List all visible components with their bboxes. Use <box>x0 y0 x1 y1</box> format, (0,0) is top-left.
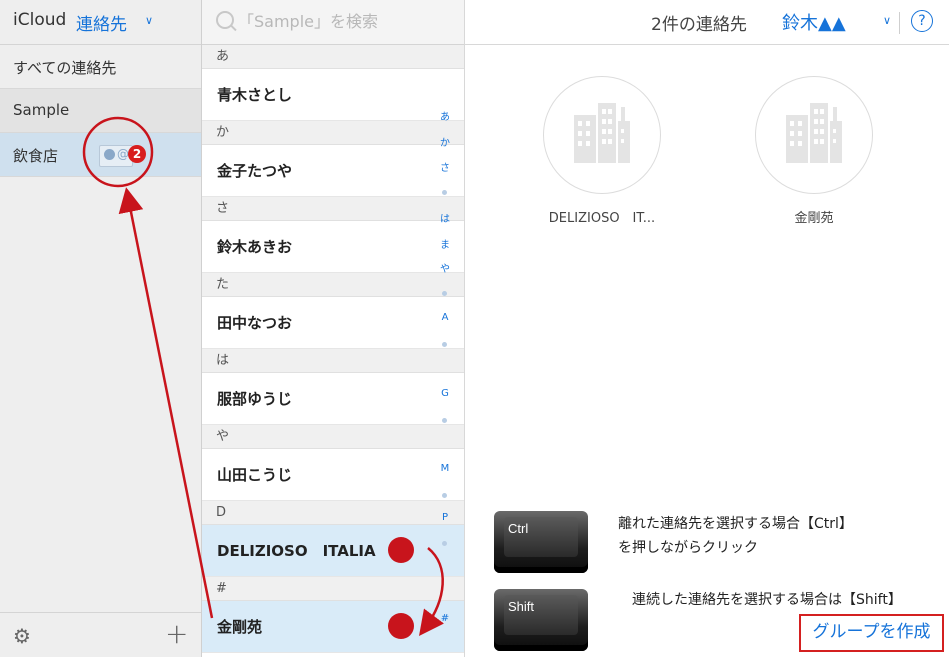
contact-row[interactable]: 服部ゆうじ <box>202 373 464 425</box>
group-item-restaurant[interactable]: 飲食店 @ 2 <box>0 133 201 177</box>
index-letter[interactable]: ま <box>438 236 452 251</box>
key-label: Ctrl <box>508 521 529 536</box>
shift-key-image: Shift <box>494 589 588 651</box>
create-group-button[interactable]: グループを作成 <box>799 614 944 652</box>
person-icon <box>104 149 115 160</box>
building-icon <box>786 103 842 163</box>
index-letter[interactable]: P <box>438 512 452 523</box>
index-letter[interactable]: M <box>438 463 452 474</box>
search-icon <box>216 11 234 29</box>
contact-row[interactable]: 山田こうじ <box>202 449 464 501</box>
chevron-down-icon[interactable]: ∨ <box>145 14 153 27</box>
app-title-menu[interactable]: 連絡先 <box>76 10 127 35</box>
key-label: Shift <box>508 599 535 614</box>
search-input[interactable] <box>238 8 448 34</box>
contact-name: DELIZIOSO ITALIA <box>217 542 376 560</box>
selected-count-label: 2件の連絡先 <box>651 15 747 35</box>
index-letter[interactable]: G <box>438 388 452 399</box>
contact-row[interactable]: 金子たつや <box>202 145 464 197</box>
contact-name: 鈴木あきお <box>217 238 293 256</box>
contact-card[interactable]: 金剛苑 <box>744 76 884 226</box>
index-letter[interactable]: さ <box>438 159 452 174</box>
ctrl-hint-text: を押しながらクリック <box>618 540 758 556</box>
ctrl-key-image: Ctrl <box>494 511 588 573</box>
index-letter[interactable]: か <box>438 134 452 149</box>
section-header: か <box>202 121 464 145</box>
click-marker <box>388 613 414 639</box>
gear-icon[interactable]: ⚙ <box>13 624 31 648</box>
help-icon[interactable]: ? <box>911 10 933 32</box>
account-menu[interactable]: 鈴木▲▲ <box>782 9 846 35</box>
group-item-label: 飲食店 <box>13 147 59 165</box>
index-letter[interactable]: あ <box>438 108 452 123</box>
section-header: や <box>202 425 464 449</box>
contact-row[interactable]: 鈴木あきお <box>202 221 464 273</box>
search-bar <box>202 0 464 45</box>
contact-name: 山田こうじ <box>217 466 293 484</box>
contact-name: 田中なつお <box>217 314 293 332</box>
groups-sidebar: iCloud 連絡先 ∨ すべての連絡先 Sample 飲食店 @ 2 ⚙ + <box>0 0 202 657</box>
contact-row-selected[interactable]: DELIZIOSO ITALIA <box>202 525 464 577</box>
sidebar-footer: ⚙ + <box>0 612 201 658</box>
contact-row-selected[interactable]: 金剛苑 <box>202 601 464 653</box>
index-letter[interactable]: は <box>438 210 452 225</box>
index-dot <box>442 190 447 195</box>
avatar <box>543 76 661 194</box>
contact-name: 服部ゆうじ <box>217 390 293 408</box>
detail-header: 2件の連絡先 鈴木▲▲ ∨ ? <box>465 0 949 45</box>
section-header: は <box>202 349 464 373</box>
ctrl-hint-text: 離れた連絡先を選択する場合【Ctrl】 <box>618 516 853 532</box>
drag-count-badge: 2 <box>128 145 146 163</box>
contact-row[interactable]: 青木さとし <box>202 69 464 121</box>
app-title-prefix: iCloud <box>13 10 67 30</box>
contact-row[interactable]: 田中なつお <box>202 297 464 349</box>
shift-hint-text: 連続した連絡先を選択する場合は【Shift】 <box>632 592 902 608</box>
contact-card-name: DELIZIOSO IT... <box>548 211 656 226</box>
group-item-sample[interactable]: Sample <box>0 89 201 133</box>
add-icon[interactable]: + <box>165 617 188 650</box>
section-header: D <box>202 501 464 525</box>
click-marker <box>388 537 414 563</box>
section-header: た <box>202 273 464 297</box>
building-icon <box>574 103 630 163</box>
contact-card[interactable]: DELIZIOSO IT... <box>532 76 672 226</box>
sidebar-header: iCloud 連絡先 ∨ <box>0 0 201 45</box>
index-letter[interactable]: A <box>438 312 452 323</box>
contact-name: 金子たつや <box>217 162 293 180</box>
divider <box>899 12 900 34</box>
group-item-label: すべての連絡先 <box>13 59 117 77</box>
group-item-label: Sample <box>13 101 70 119</box>
chevron-down-icon[interactable]: ∨ <box>883 14 891 27</box>
index-dot <box>442 541 447 546</box>
index-letter[interactable]: や <box>438 260 452 275</box>
section-header: あ <box>202 45 464 69</box>
contact-name: 青木さとし <box>217 86 293 104</box>
index-dot <box>442 291 447 296</box>
contact-card-name: 金剛苑 <box>794 211 834 226</box>
contact-name: 金剛苑 <box>217 618 263 636</box>
index-dot <box>442 342 447 347</box>
index-letter[interactable]: # <box>438 613 452 624</box>
index-dot <box>442 493 447 498</box>
section-header: さ <box>202 197 464 221</box>
contact-list: あ 青木さとし か 金子たつや さ 鈴木あきお た 田中なつお は 服部ゆうじ … <box>202 0 465 657</box>
avatar <box>755 76 873 194</box>
section-header: # <box>202 577 464 601</box>
index-dot <box>442 418 447 423</box>
group-item-all-contacts[interactable]: すべての連絡先 <box>0 45 201 89</box>
